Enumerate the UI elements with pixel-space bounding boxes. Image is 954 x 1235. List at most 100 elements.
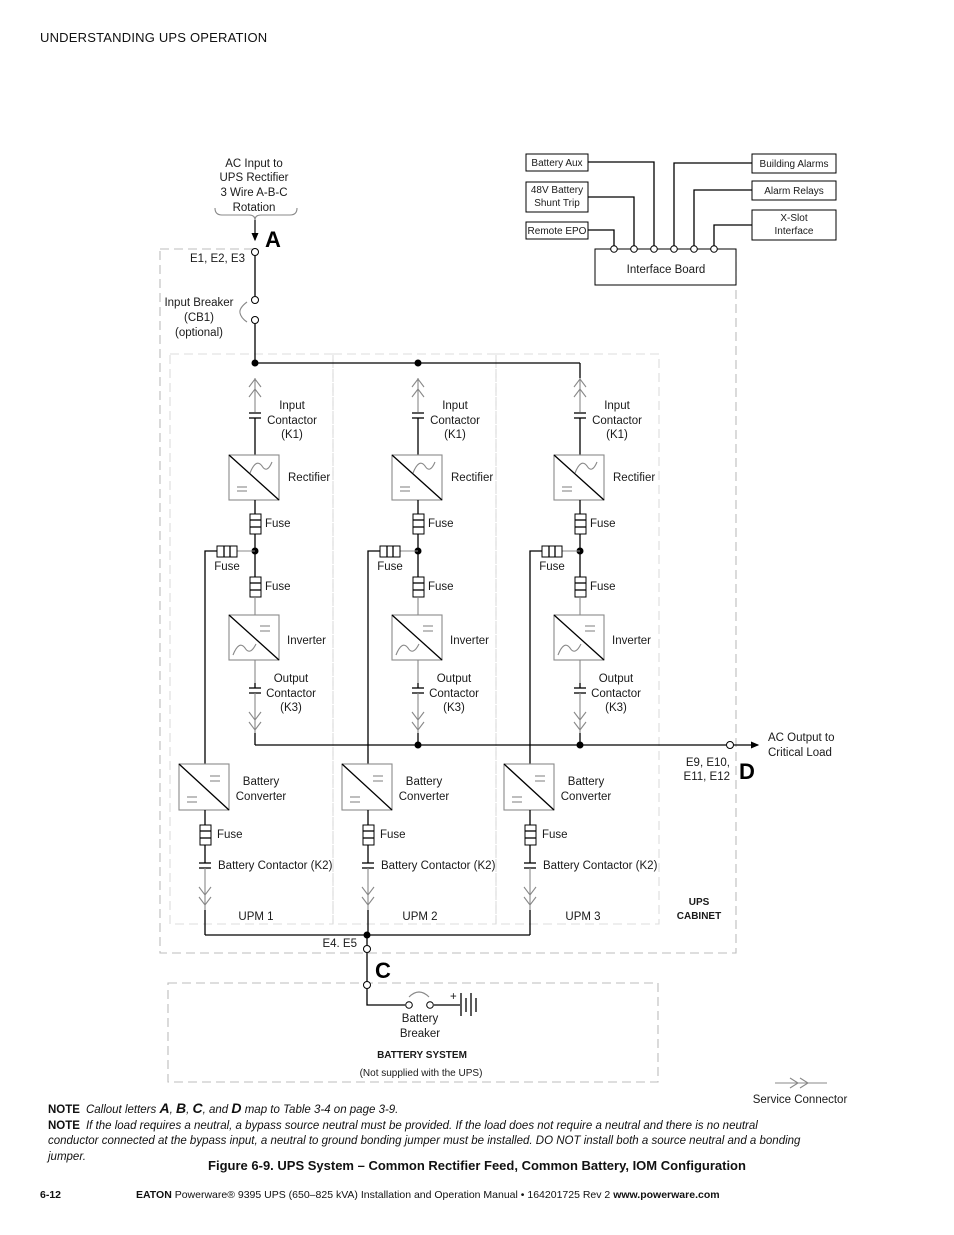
input-contactor-label: Input — [279, 400, 305, 412]
battery-breaker-label-1: Battery — [402, 1013, 439, 1025]
footer-brand: EATON — [136, 1189, 172, 1201]
output-terminals-label-1: E9, E10, — [686, 757, 730, 769]
input-contactor-label: (K1) — [444, 429, 466, 441]
battery-converter-label: Converter — [236, 791, 287, 803]
callout-d: D — [739, 759, 755, 784]
fuse-label: Fuse — [265, 518, 291, 530]
output-contactor-label: (K3) — [443, 702, 465, 714]
fuse-icon — [362, 824, 375, 846]
callout-c: C — [375, 958, 391, 983]
battery-terminals-label: E4. E5 — [322, 938, 357, 950]
input-breaker-label-1: Input Breaker — [164, 297, 233, 309]
fuse-label: Fuse — [377, 561, 403, 573]
battery-terminal-system — [363, 981, 371, 989]
fuse-icon — [412, 576, 425, 598]
inverter-label: Inverter — [450, 635, 489, 647]
upm-label: UPM 1 — [238, 911, 273, 923]
ups-cabinet-border — [159, 248, 737, 954]
svg-text:X-Slot: X-Slot — [780, 213, 807, 224]
battery-plus-label: + — [450, 991, 457, 1003]
breaker-terminal-top — [251, 296, 259, 304]
upm-3: Input Contactor (K1) Rectifier Fuse Fuse Fuse I… — [503, 378, 658, 935]
ac-input-label-1: AC Input to — [225, 158, 283, 170]
fuse-label: Fuse — [590, 518, 616, 530]
ac-output-label-1: AC Output to — [768, 732, 834, 744]
notes: NOTE Callout letters A, B, C, and D map t… — [48, 1100, 808, 1165]
output-contactor-label: Contactor — [591, 688, 641, 700]
battery-breaker-arc — [408, 991, 430, 998]
upm-label: UPM 3 — [565, 911, 600, 923]
input-breaker-label-2: (CB1) — [184, 312, 214, 324]
output-contactor-label: Output — [274, 673, 309, 685]
output-contactor-label: Output — [599, 673, 634, 685]
svg-text:Shunt Trip: Shunt Trip — [534, 198, 580, 209]
battery-icon — [460, 993, 477, 1016]
svg-text:48V Battery: 48V Battery — [531, 185, 583, 196]
output-contactor-label: (K3) — [605, 702, 627, 714]
shunt-trip-box: 48V Battery Shunt Trip — [525, 181, 589, 213]
output-terminals-label-2: E11, E12 — [684, 771, 730, 783]
input-terminal — [251, 248, 259, 256]
output-contactor-label: Contactor — [266, 688, 316, 700]
input-contactor-label: Input — [442, 400, 468, 412]
battery-converter-label: Battery — [406, 776, 443, 788]
x-slot-box: X-Slot Interface — [751, 209, 837, 241]
note-callouts: NOTE Callout letters A, B, C, and D map t… — [48, 1100, 399, 1116]
svg-text:Alarm Relays: Alarm Relays — [764, 186, 823, 197]
footer-text: Powerware® 9395 UPS (650–825 kVA) Instal… — [171, 1189, 614, 1201]
upm-1: Input Contactor (K1) Rectifier Fuse Fuse Fuse I… — [178, 378, 333, 935]
fuse-label: Fuse — [214, 561, 240, 573]
input-contactor-label: Contactor — [592, 415, 642, 427]
figure-caption: Figure 6-9. UPS System – Common Rectifie… — [208, 1158, 746, 1173]
inverter-label: Inverter — [287, 635, 326, 647]
fuse-label: Fuse — [542, 829, 568, 841]
input-contactor-label: (K1) — [281, 429, 303, 441]
footer-url: www.powerware.com — [613, 1189, 720, 1201]
fuse-label: Fuse — [380, 829, 406, 841]
output-contactor-label: Output — [437, 673, 472, 685]
ac-input-label-2: UPS Rectifier — [219, 172, 288, 184]
input-contactor-label: Contactor — [430, 415, 480, 427]
ac-input-label-3: 3 Wire A-B-C — [220, 187, 287, 199]
interface-board-label: Interface Board — [627, 264, 706, 276]
ups-wiring-diagram: AC Input to UPS Rectifier 3 Wire A-B-C R… — [159, 153, 847, 1106]
fuse-label: Fuse — [590, 581, 616, 593]
input-breaker-arc — [239, 301, 248, 323]
breaker-terminal-bottom — [251, 316, 259, 324]
fuse-label: Fuse — [428, 581, 454, 593]
fuse-icon — [249, 576, 262, 598]
battery-contactor-label: Battery Contactor (K2) — [381, 860, 496, 872]
fuse-icon — [199, 824, 212, 846]
battery-terminal-ups — [363, 945, 371, 953]
battery-contactor-label: Battery Contactor (K2) — [543, 860, 658, 872]
svg-text:Interface: Interface — [775, 226, 814, 237]
callout-a: A — [265, 227, 281, 252]
fuse-icon — [249, 513, 262, 535]
battery-branch-fuse-icon — [216, 545, 238, 558]
input-breaker-label-3: (optional) — [175, 327, 223, 339]
fuse-icon — [574, 513, 587, 535]
battery-converter-label: Converter — [561, 791, 612, 803]
rectifier-label: Rectifier — [613, 472, 655, 484]
ups-cabinet-label-1: UPS — [689, 897, 710, 908]
input-contactor-label: Input — [604, 400, 630, 412]
output-contactor-label: Contactor — [429, 688, 479, 700]
upm-2: Input Contactor (K1) Rectifier Fuse Fuse Fuse I… — [341, 378, 496, 935]
input-contactor-label: (K1) — [606, 429, 628, 441]
svg-text:Building Alarms: Building Alarms — [760, 159, 829, 170]
output-contactor-label: (K3) — [280, 702, 302, 714]
page-number: 6-12 — [40, 1189, 62, 1201]
rectifier-label: Rectifier — [451, 472, 493, 484]
fuse-label: Fuse — [217, 829, 243, 841]
service-connector-icon — [775, 1077, 827, 1089]
battery-system-label: BATTERY SYSTEM — [377, 1050, 467, 1061]
battery-converter-label: Battery — [568, 776, 605, 788]
input-contactor-label: Contactor — [267, 415, 317, 427]
ups-cabinet-label-2: CABINET — [677, 911, 721, 922]
battery-converter-label: Converter — [399, 791, 450, 803]
fuse-label: Fuse — [428, 518, 454, 530]
ac-output-label-2: Critical Load — [768, 747, 832, 759]
battery-breaker-label-2: Breaker — [400, 1028, 440, 1040]
battery-branch-fuse-icon — [379, 545, 401, 558]
upm-label: UPM 2 — [402, 911, 437, 923]
